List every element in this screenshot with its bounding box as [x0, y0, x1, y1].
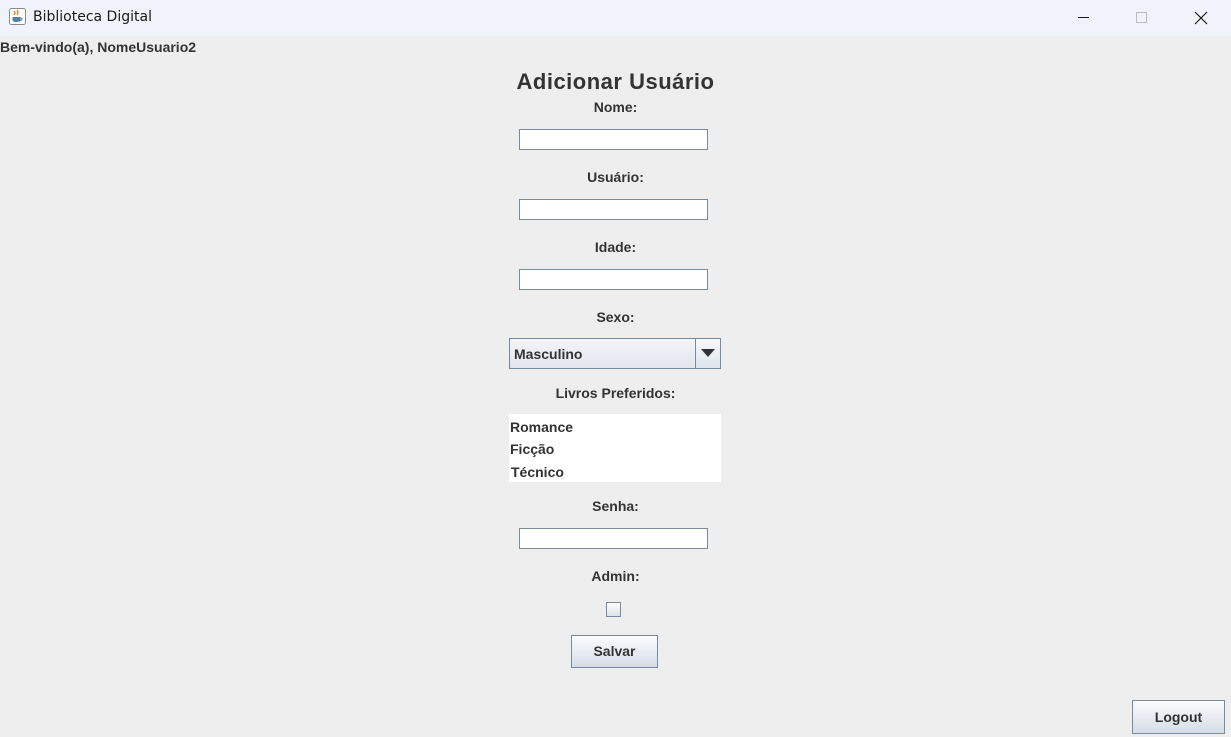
close-button[interactable] [1172, 0, 1230, 36]
usuario-label: Usuário: [587, 169, 644, 185]
admin-label: Admin: [591, 568, 640, 584]
senha-input[interactable] [519, 528, 708, 549]
welcome-message: Bem-vindo(a), NomeUsuario2 [0, 39, 197, 55]
minimize-button[interactable] [1055, 0, 1113, 36]
livros-label: Livros Preferidos: [555, 385, 676, 401]
maximize-icon [1136, 12, 1147, 23]
dropdown-arrow-button[interactable] [695, 339, 720, 368]
list-item-tecnico[interactable]: Técnico [511, 464, 564, 480]
save-button[interactable]: Salvar [571, 635, 658, 668]
close-icon [1194, 11, 1208, 25]
chevron-down-icon [701, 349, 715, 357]
window-title: Biblioteca Digital [33, 9, 152, 25]
admin-checkbox[interactable] [606, 602, 621, 617]
title-bar: Biblioteca Digital [0, 0, 1231, 36]
sexo-selected-value: Masculino [514, 346, 583, 362]
livros-list[interactable]: Romance Ficção Técnico [509, 414, 721, 482]
nome-input[interactable] [519, 129, 708, 150]
app-window: Biblioteca Digital Bem-vindo(a), NomeUsu… [0, 0, 1231, 737]
list-item-romance[interactable]: Romance [510, 419, 573, 435]
usuario-input[interactable] [519, 199, 708, 220]
java-cup-icon [9, 8, 26, 25]
idade-label: Idade: [594, 239, 637, 255]
logout-button[interactable]: Logout [1132, 700, 1225, 734]
sexo-dropdown[interactable]: Masculino [509, 338, 721, 369]
nome-label: Nome: [593, 99, 638, 115]
page-title: Adicionar Usuário [516, 69, 715, 94]
list-item-ficcao[interactable]: Ficção [510, 441, 554, 457]
idade-input[interactable] [519, 269, 708, 290]
minimize-icon [1078, 17, 1089, 18]
maximize-button[interactable] [1113, 0, 1171, 36]
senha-label: Senha: [592, 498, 639, 514]
sexo-label: Sexo: [596, 309, 635, 325]
